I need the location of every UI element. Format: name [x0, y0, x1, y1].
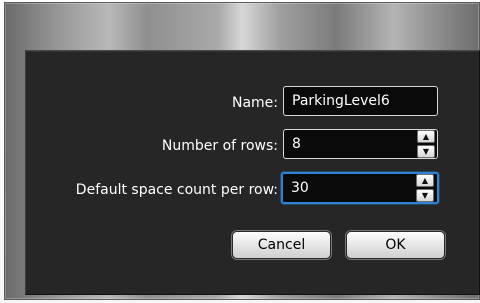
cancel-button[interactable]: Cancel [232, 231, 331, 259]
space-count-decrement-button[interactable]: ▼ [416, 189, 434, 202]
chevron-down-icon: ▼ [422, 146, 430, 156]
name-label: Name: [231, 95, 278, 111]
default-space-count-label: Default space count per row: [75, 182, 278, 198]
rows-increment-button[interactable]: ▲ [417, 130, 435, 143]
parking-level-dialog: Name: ParkingLevel6 Number of rows: 8 ▲ … [25, 50, 480, 295]
number-of-rows-stepper[interactable]: ▲ ▼ [417, 130, 435, 158]
name-field[interactable]: ParkingLevel6 [283, 86, 438, 116]
window-frame: Name: ParkingLevel6 Number of rows: 8 ▲ … [4, 2, 480, 300]
chevron-up-icon: ▲ [422, 131, 430, 141]
chevron-down-icon: ▼ [421, 190, 429, 200]
chevron-up-icon: ▲ [421, 175, 429, 185]
default-space-count-stepper[interactable]: ▲ ▼ [416, 174, 434, 202]
number-of-rows-label: Number of rows: [161, 138, 278, 154]
rows-decrement-button[interactable]: ▼ [417, 145, 435, 158]
number-of-rows-field[interactable]: 8 [283, 129, 438, 159]
ok-button[interactable]: OK [346, 231, 445, 259]
space-count-increment-button[interactable]: ▲ [416, 174, 434, 187]
